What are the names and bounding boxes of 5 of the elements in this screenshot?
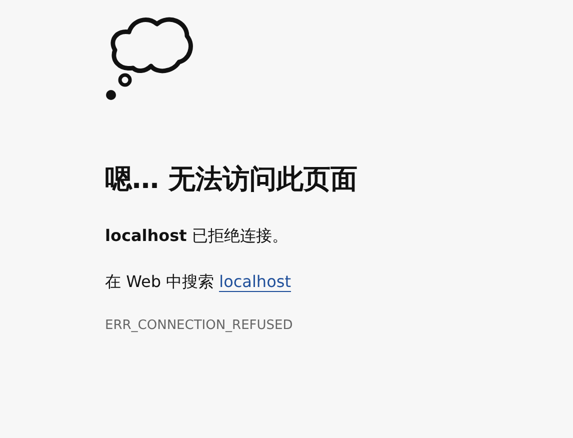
- search-link[interactable]: localhost: [219, 272, 291, 292]
- error-message: localhost 已拒绝连接。: [105, 225, 289, 247]
- error-code: ERR_CONNECTION_REFUSED: [105, 318, 294, 333]
- error-heading: 嗯… 无法访问此页面: [105, 163, 358, 197]
- search-suggestion: 在 Web 中搜索 localhost: [105, 271, 292, 294]
